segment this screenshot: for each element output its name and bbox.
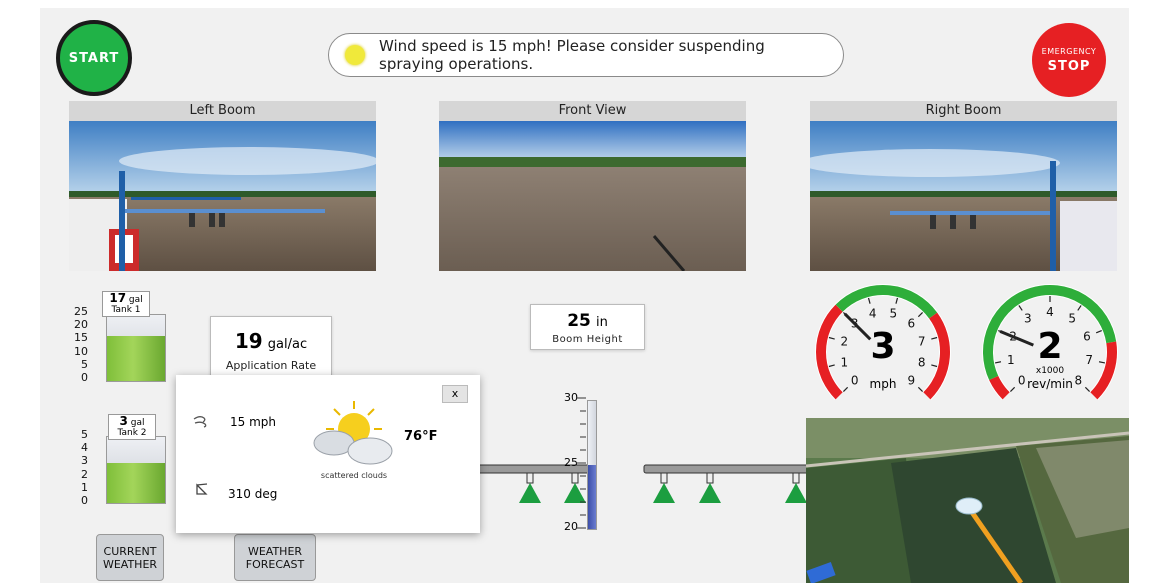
gauge-tick-label: 5 <box>1068 312 1076 326</box>
front-view-camera: Front View <box>439 101 746 275</box>
tank1-readout: 17 gal Tank 1 <box>102 291 150 317</box>
gauge-tick <box>867 297 871 304</box>
gauge-tick-label: 2 <box>841 335 849 349</box>
gauge-tick <box>917 386 924 393</box>
spray-nozzle <box>699 472 721 503</box>
wind-direction-value: 310 deg <box>228 487 278 501</box>
spray-nozzle <box>785 472 807 503</box>
warning-light-icon <box>345 45 365 65</box>
right-boom-title: Right Boom <box>810 101 1117 121</box>
gauge-tick <box>994 361 1002 364</box>
gauge-tick-label: 4 <box>869 306 877 320</box>
tank1-fill <box>107 336 165 381</box>
weather-popup: x 15 mph 310 deg scattered clouds 76°F <box>176 375 480 533</box>
right-boom-camera: Right Boom <box>800 101 1117 275</box>
speed-unit: mph <box>869 377 897 391</box>
rpm-multiplier: x1000 <box>1035 366 1065 376</box>
wind-speed-value: 15 mph <box>230 415 276 429</box>
boom-height-fill <box>588 465 596 529</box>
gauge-tick <box>828 364 835 368</box>
gauge-tick <box>931 336 938 340</box>
emergency-stop-button[interactable]: EMERGENCY STOP <box>1032 23 1106 97</box>
gauge-tick-label: 8 <box>918 355 926 369</box>
tank2-readout: 3 gal Tank 2 <box>108 414 156 440</box>
application-rate-display: 19 gal/ac Application Rate <box>210 316 332 378</box>
gauge-tick <box>1098 361 1106 364</box>
gauge-tick-label: 3 <box>1024 312 1032 326</box>
boom-height-bar <box>587 400 597 530</box>
wind-direction-icon <box>196 483 208 495</box>
gauge-tick <box>828 336 835 340</box>
gauge-tick-label: 6 <box>1083 330 1091 344</box>
field-map <box>806 418 1129 583</box>
tank2-fill <box>107 463 165 503</box>
start-button[interactable]: START <box>56 20 132 96</box>
gauge-tick-label: 1 <box>1007 353 1015 367</box>
gauge-tick <box>842 386 849 393</box>
sprayer-dashboard: START Wind speed is 15 mph! Please consi… <box>40 8 1129 583</box>
left-boom-video <box>69 121 379 271</box>
gauge-tick <box>931 364 938 368</box>
rpm-unit: rev/min <box>1027 377 1073 391</box>
weather-condition: scattered clouds <box>320 471 388 480</box>
tank2-level-gauge <box>106 436 166 504</box>
gauge-tick <box>1077 305 1082 311</box>
speed-value: 3 <box>870 326 896 367</box>
gauge-tick <box>917 311 924 318</box>
wind-alert-banner: Wind speed is 15 mph! Please consider su… <box>328 33 844 77</box>
gauge-tick-label: 7 <box>918 335 926 349</box>
gauge-tick <box>1084 386 1091 393</box>
spray-nozzle <box>519 472 541 503</box>
gauge-tick-label: 6 <box>907 317 915 331</box>
gauge-tick <box>1095 330 1102 334</box>
gauge-tick-label: 9 <box>907 373 915 387</box>
temperature-value: 76°F <box>404 429 438 444</box>
tank1-level-gauge <box>106 314 166 382</box>
left-boom-camera: Left Boom <box>69 101 379 275</box>
front-view-video <box>439 121 746 272</box>
boom-nozzle-diagram <box>470 464 810 503</box>
front-view-title: Front View <box>439 101 746 121</box>
gauge-tick-label: 1 <box>841 355 849 369</box>
current-weather-button[interactable]: CURRENT WEATHER <box>96 534 164 581</box>
gauge-tick-label: 5 <box>890 306 898 320</box>
gauge-tick <box>1009 386 1016 393</box>
popup-close-button[interactable]: x <box>442 385 468 403</box>
wind-icon <box>193 416 207 428</box>
boom-height-display: 25 in Boom Height <box>530 304 645 350</box>
gauge-tick-label: 7 <box>1085 353 1093 367</box>
gauge-tick-label: 4 <box>1046 305 1054 319</box>
wind-alert-text: Wind speed is 15 mph! Please consider su… <box>379 37 765 73</box>
right-boom-bar <box>643 464 810 474</box>
right-boom-video <box>800 121 1117 271</box>
rpm-value: 2 <box>1037 326 1063 367</box>
left-boom-title: Left Boom <box>69 101 376 121</box>
gauge-tick <box>1018 305 1023 311</box>
scattered-clouds-icon <box>313 401 393 465</box>
spray-nozzle <box>653 472 675 503</box>
weather-forecast-button[interactable]: WEATHER FORECAST <box>234 534 316 581</box>
gauge-tick <box>895 297 899 304</box>
